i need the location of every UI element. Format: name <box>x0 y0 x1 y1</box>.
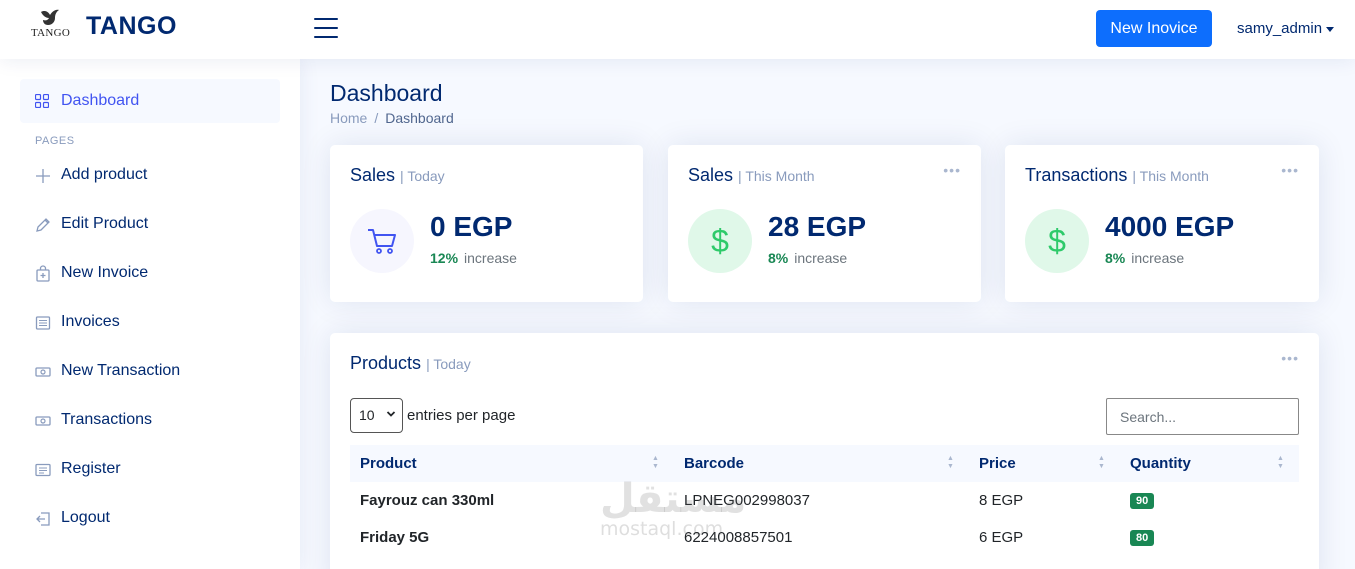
metric-value: 28 EGP <box>768 211 867 242</box>
table-header: Product ▲ ▼ Barcode ▲ ▼ Price ▲ ▼ Quantity … <box>350 445 1299 482</box>
bird-logo-icon <box>41 9 59 25</box>
sidebar-item-label: Register <box>61 460 121 477</box>
hamburger-menu-icon[interactable] <box>314 18 338 38</box>
breadcrumb: Home / Dashboard <box>330 110 454 126</box>
cell-product: Fayrouz can 330ml <box>360 492 495 509</box>
sidebar-item-register[interactable]: Register <box>20 450 280 490</box>
sidebar-item-new-transaction[interactable]: New Transaction <box>20 352 280 392</box>
sort-icon[interactable]: ▲ ▼ <box>652 455 659 471</box>
list-icon <box>35 316 51 330</box>
more-options-icon[interactable]: ••• <box>1281 351 1299 365</box>
sidebar-item-label: Logout <box>61 509 110 526</box>
sidebar-item-new-invoice[interactable]: New Invoice <box>20 254 280 294</box>
new-invoice-button[interactable]: New Inovice <box>1096 10 1212 47</box>
column-header-price[interactable]: Price <box>979 455 1016 472</box>
sidebar-item-label: New Invoice <box>61 264 149 281</box>
quantity-badge: 80 <box>1130 530 1155 546</box>
brand-name[interactable]: TANGO <box>86 12 177 41</box>
sidebar-item-label: Dashboard <box>61 92 140 109</box>
column-header-barcode[interactable]: Barcode <box>684 455 744 472</box>
cash-icon <box>35 367 51 377</box>
transactions-card: Transactions | This Month ••• $ 4000 EGP… <box>1005 145 1319 302</box>
card-title: Transactions | This Month <box>1025 165 1209 185</box>
breadcrumb-current: Dashboard <box>385 110 454 126</box>
dollar-icon: $ <box>688 209 752 273</box>
sidebar-item-label: Add product <box>61 166 148 183</box>
more-options-icon[interactable]: ••• <box>943 163 961 177</box>
sidebar-item-invoices[interactable]: Invoices <box>20 303 280 343</box>
dollar-icon: $ <box>1025 209 1089 273</box>
sidebar-item-label: Edit Product <box>61 215 149 232</box>
sidebar-item-label: Transactions <box>61 411 152 428</box>
box-arrow-left-icon <box>36 512 50 526</box>
cart-icon <box>350 209 414 273</box>
sort-icon[interactable]: ▲ ▼ <box>1098 455 1105 471</box>
table-row[interactable]: Fayrouz can 330ml LPNEG002998037 8 EGP 9… <box>350 482 1299 519</box>
card-title: Sales | This Month <box>688 165 815 185</box>
table-row[interactable]: Friday 5G 6224008857501 6 EGP 80 <box>350 519 1299 556</box>
plus-icon <box>36 169 50 183</box>
username: samy_admin <box>1237 20 1323 37</box>
sidebar-item-add-product[interactable]: Add product <box>20 156 280 196</box>
caret-down-icon <box>1326 26 1335 32</box>
logo-text: TANGO <box>31 27 71 39</box>
search-input[interactable] <box>1106 398 1299 435</box>
sort-icon[interactable]: ▲ ▼ <box>947 455 954 471</box>
sidebar: Dashboard PAGES Add product Edit Product… <box>0 59 300 569</box>
quantity-badge: 90 <box>1130 493 1155 509</box>
grid-icon <box>35 94 49 108</box>
chevron-down-icon <box>386 411 396 417</box>
card-title: Products | Today <box>350 353 471 373</box>
pencil-icon <box>36 218 50 232</box>
cell-barcode: 6224008857501 <box>684 529 793 546</box>
sales-month-card: Sales | This Month ••• $ 28 EGP 8% increa… <box>668 145 981 302</box>
sidebar-item-dashboard[interactable]: Dashboard <box>20 79 280 123</box>
column-header-quantity[interactable]: Quantity <box>1130 455 1191 472</box>
column-header-product[interactable]: Product <box>360 455 417 472</box>
cell-price: 8 EGP <box>979 492 1024 509</box>
sidebar-item-transactions[interactable]: Transactions <box>20 401 280 441</box>
sales-today-card: Sales | Today 0 EGP 12% increase <box>330 145 643 302</box>
metric-change: 8% increase <box>768 250 848 266</box>
sidebar-item-logout[interactable]: Logout <box>20 499 280 539</box>
sort-icon[interactable]: ▲ ▼ <box>1277 455 1284 471</box>
bag-plus-icon <box>36 265 50 282</box>
products-card: Products | Today ••• 10 entries per page… <box>330 333 1319 569</box>
cell-barcode: LPNEG002998037 <box>684 492 810 509</box>
card-list-icon <box>35 463 51 477</box>
metric-change: 8% increase <box>1105 250 1185 266</box>
sidebar-heading: PAGES <box>35 135 75 147</box>
sidebar-item-label: New Transaction <box>61 362 181 379</box>
page-title: Dashboard <box>330 80 443 106</box>
entries-per-page-select[interactable]: 10 <box>350 398 403 433</box>
top-header: TANGO TANGO New Inovice samy_admin <box>0 0 1355 59</box>
cell-product: Friday 5G <box>360 529 430 546</box>
user-menu[interactable]: samy_admin <box>1237 20 1335 37</box>
cell-price: 6 EGP <box>979 529 1024 546</box>
entries-per-page-label: entries per page <box>407 407 516 424</box>
metric-change: 12% increase <box>430 250 517 266</box>
card-title: Sales | Today <box>350 165 445 185</box>
breadcrumb-home[interactable]: Home <box>330 110 367 126</box>
metric-value: 0 EGP <box>430 211 513 242</box>
sidebar-item-edit-product[interactable]: Edit Product <box>20 205 280 245</box>
metric-value: 4000 EGP <box>1105 211 1235 242</box>
cash-icon <box>35 416 51 426</box>
logo[interactable]: TANGO <box>28 8 72 42</box>
more-options-icon[interactable]: ••• <box>1281 163 1299 177</box>
sidebar-item-label: Invoices <box>61 313 120 330</box>
